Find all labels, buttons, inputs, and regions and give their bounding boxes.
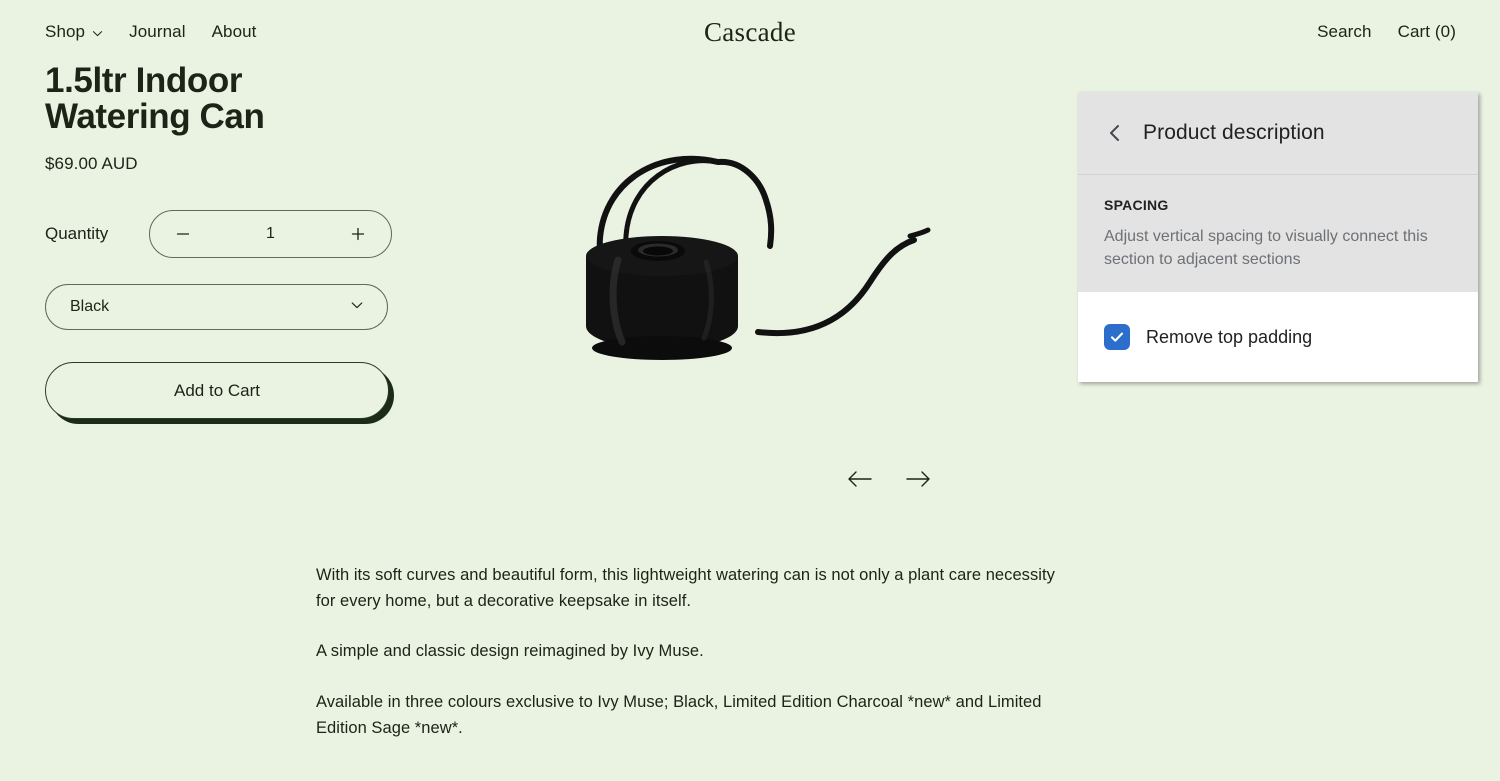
plus-icon[interactable] xyxy=(347,223,369,245)
site-header: Shop Journal About Cascade Search Cart (… xyxy=(0,0,1500,64)
product-image xyxy=(470,70,990,400)
quantity-row: Quantity 1 xyxy=(45,210,465,259)
page-title: 1.5ltr Indoor Watering Can xyxy=(45,61,265,136)
panel-header: Product description xyxy=(1078,92,1478,175)
add-to-cart-button[interactable]: Add to Cart xyxy=(45,362,389,420)
description-paragraph: A simple and classic design reimagined b… xyxy=(316,642,704,661)
remove-top-padding-label[interactable]: Remove top padding xyxy=(1146,327,1312,348)
chevron-down-icon xyxy=(349,297,365,318)
panel-spacing-section: SPACING Adjust vertical spacing to visua… xyxy=(1078,175,1478,293)
editor-settings-panel: Product description SPACING Adjust verti… xyxy=(1078,92,1478,383)
gallery-navigation xyxy=(845,464,933,494)
quantity-label: Quantity xyxy=(45,224,109,244)
add-to-cart-wrapper: Add to Cart xyxy=(45,362,394,425)
search-button[interactable]: Search xyxy=(1317,22,1371,42)
brand-logo[interactable]: Cascade xyxy=(0,17,1500,48)
utility-navigation: Search Cart (0) xyxy=(1317,22,1456,42)
product-description-text: With its soft curves and beautiful form,… xyxy=(316,563,1061,742)
panel-title: Product description xyxy=(1143,121,1325,144)
description-paragraph: Available in three colours exclusive to … xyxy=(316,693,1042,737)
check-icon xyxy=(1110,332,1124,343)
arrow-left-icon[interactable] xyxy=(845,464,875,494)
minus-icon[interactable] xyxy=(172,223,194,245)
product-info: 1.5ltr Indoor Watering Can $69.00 AUD Qu… xyxy=(45,61,465,425)
remove-top-padding-checkbox[interactable] xyxy=(1104,324,1130,351)
variant-select-value: Black xyxy=(70,298,110,316)
description-paragraph: With its soft curves and beautiful form,… xyxy=(316,566,1055,610)
variant-select[interactable]: Black xyxy=(45,284,388,331)
quantity-stepper[interactable]: 1 xyxy=(149,210,392,259)
section-description: Adjust vertical spacing to visually conn… xyxy=(1104,228,1428,268)
arrow-right-icon[interactable] xyxy=(903,464,933,494)
chevron-left-icon[interactable] xyxy=(1104,122,1126,144)
remove-top-padding-row[interactable]: Remove top padding xyxy=(1078,292,1478,383)
quantity-value: 1 xyxy=(266,225,275,243)
cart-button[interactable]: Cart (0) xyxy=(1398,22,1456,42)
product-price: $69.00 AUD xyxy=(45,154,138,174)
section-label: SPACING xyxy=(1104,197,1169,213)
